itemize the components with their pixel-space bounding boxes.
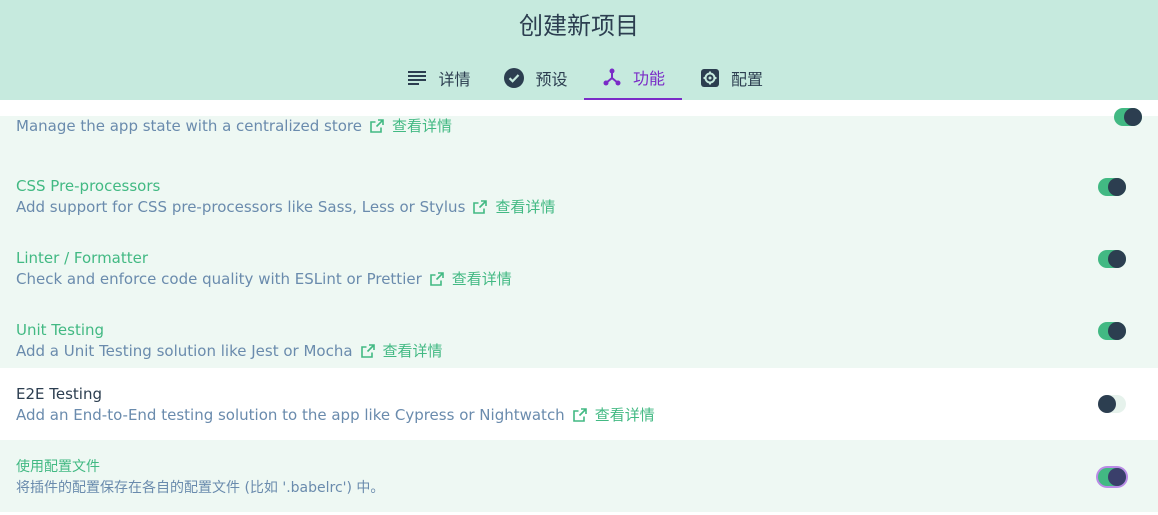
feature-row-vuex[interactable]: Manage the app state with a centralized … [0, 116, 1158, 168]
tab-presets-label: 预设 [535, 70, 568, 89]
more-info-link[interactable]: 查看详情 [595, 405, 655, 425]
check-circle-icon [503, 67, 525, 89]
feature-name: Unit Testing [16, 321, 105, 339]
more-info-link[interactable]: 查看详情 [452, 269, 512, 289]
feature-row-unit-testing[interactable]: Unit Testing Add a Unit Testing solution… [0, 312, 1158, 368]
tab-bar: 详情 预设 功能 配置 [390, 56, 780, 100]
page-header: 创建新项目 详情 预设 功能 配置 [0, 0, 1158, 100]
external-link-icon[interactable] [360, 344, 375, 358]
tab-config[interactable]: 配置 [682, 56, 780, 100]
feature-toggle-e2e-testing[interactable] [1098, 395, 1126, 413]
features-icon [601, 66, 623, 88]
more-info-link[interactable]: 查看详情 [495, 197, 555, 217]
toggle-knob [1124, 108, 1142, 126]
toggle-knob [1108, 468, 1126, 486]
feature-name: CSS Pre-processors [16, 177, 161, 195]
toggle-knob [1108, 250, 1126, 268]
feature-description: Add an End-to-End testing solution to th… [16, 405, 655, 425]
feature-toggle-css-preprocessors[interactable] [1098, 178, 1126, 196]
feature-description: 将插件的配置保存在各自的配置文件 (比如 '.babelrc') 中。 [16, 480, 385, 496]
feature-name: 使用配置文件 [16, 459, 100, 475]
toggle-knob [1098, 395, 1116, 413]
feature-description: Add a Unit Testing solution like Jest or… [16, 341, 443, 361]
feature-list: Manage the app state with a centralized … [0, 100, 1158, 515]
feature-name: E2E Testing [16, 385, 103, 403]
tab-details[interactable]: 详情 [390, 56, 487, 100]
tab-features-label: 功能 [632, 69, 665, 88]
more-info-link[interactable]: 查看详情 [383, 341, 443, 361]
feature-row-e2e-testing[interactable]: E2E Testing Add an End-to-End testing so… [0, 368, 1158, 440]
feature-name: Linter / Formatter [16, 249, 149, 267]
feature-description: Add support for CSS pre-processors like … [16, 197, 556, 217]
page-title: 创建新项目 [519, 12, 639, 40]
toggle-knob [1108, 178, 1126, 196]
external-link-icon[interactable] [572, 408, 587, 422]
feature-row-css-preprocessors[interactable]: CSS Pre-processors Add support for CSS p… [0, 168, 1158, 240]
external-link-icon[interactable] [370, 119, 384, 133]
feature-toggle-config-files[interactable] [1098, 468, 1126, 486]
tab-config-label: 配置 [730, 70, 763, 89]
details-list-icon [406, 67, 428, 89]
tab-features[interactable]: 功能 [584, 56, 682, 100]
feature-description: Check and enforce code quality with ESLi… [16, 269, 512, 289]
feature-row-linter[interactable]: Linter / Formatter Check and enforce cod… [0, 240, 1158, 312]
tab-details-label: 详情 [438, 70, 471, 89]
feature-toggle-vuex[interactable] [1114, 108, 1142, 126]
feature-row-config-files[interactable]: 使用配置文件 将插件的配置保存在各自的配置文件 (比如 '.babelrc') … [0, 440, 1158, 512]
feature-description: Manage the app state with a centralized … [16, 116, 452, 136]
gear-icon [699, 67, 721, 89]
feature-toggle-unit-testing[interactable] [1098, 322, 1126, 340]
feature-toggle-linter[interactable] [1098, 250, 1126, 268]
external-link-icon[interactable] [473, 200, 488, 214]
more-info-link[interactable]: 查看详情 [392, 116, 452, 136]
toggle-knob [1108, 322, 1126, 340]
tab-presets[interactable]: 预设 [487, 56, 584, 100]
external-link-icon[interactable] [429, 272, 444, 286]
